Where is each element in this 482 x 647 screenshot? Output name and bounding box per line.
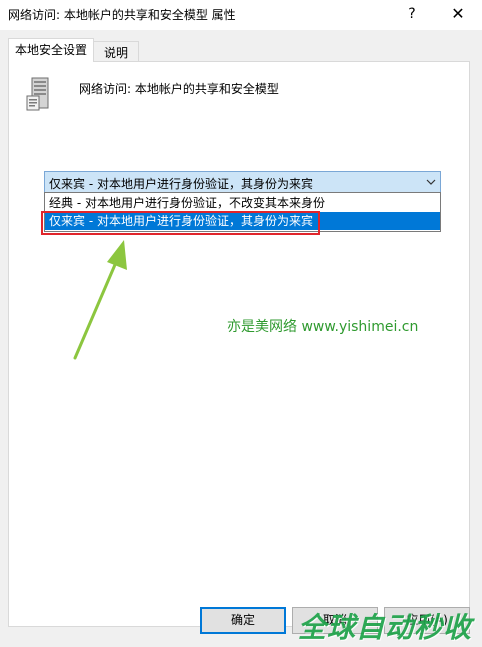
brand-text: 全球自动秒收 [298, 611, 473, 644]
ok-button[interactable]: 确定 [200, 607, 286, 634]
tab-panel: 网络访问: 本地帐户的共享和安全模型 仅来宾 - 对本地用户进行身份验证，其身份… [8, 61, 470, 627]
annotation-arrow-icon [73, 240, 127, 360]
close-button[interactable]: ✕ [444, 3, 472, 25]
policy-name: 网络访问: 本地帐户的共享和安全模型 [79, 82, 279, 96]
help-button[interactable]: ? [398, 3, 426, 25]
watermark-text: 亦是美网络 www.yishimei.cn [227, 319, 419, 335]
dropdown-option-classic[interactable]: 经典 - 对本地用户进行身份验证，不改变其本来身份 [45, 194, 440, 212]
dialog-client-area: 本地安全设置 说明 网络访问: 本地帐户的共享和安全模型 仅来宾 - 对本地用户… [0, 30, 482, 647]
chevron-down-icon[interactable] [426, 177, 436, 187]
select-value: 仅来宾 - 对本地用户进行身份验证，其身份为来宾 [49, 177, 313, 191]
security-model-select[interactable]: 仅来宾 - 对本地用户进行身份验证，其身份为来宾 [44, 171, 441, 193]
window-title: 网络访问: 本地帐户的共享和安全模型 属性 [8, 8, 236, 22]
title-bar: 网络访问: 本地帐户的共享和安全模型 属性 ? ✕ [0, 0, 482, 30]
brand-watermark: 全球自动秒收 [298, 604, 482, 644]
tab-local-security-setting[interactable]: 本地安全设置 [8, 38, 94, 62]
server-policy-icon [26, 77, 49, 111]
tab-explain[interactable]: 说明 [93, 41, 139, 62]
